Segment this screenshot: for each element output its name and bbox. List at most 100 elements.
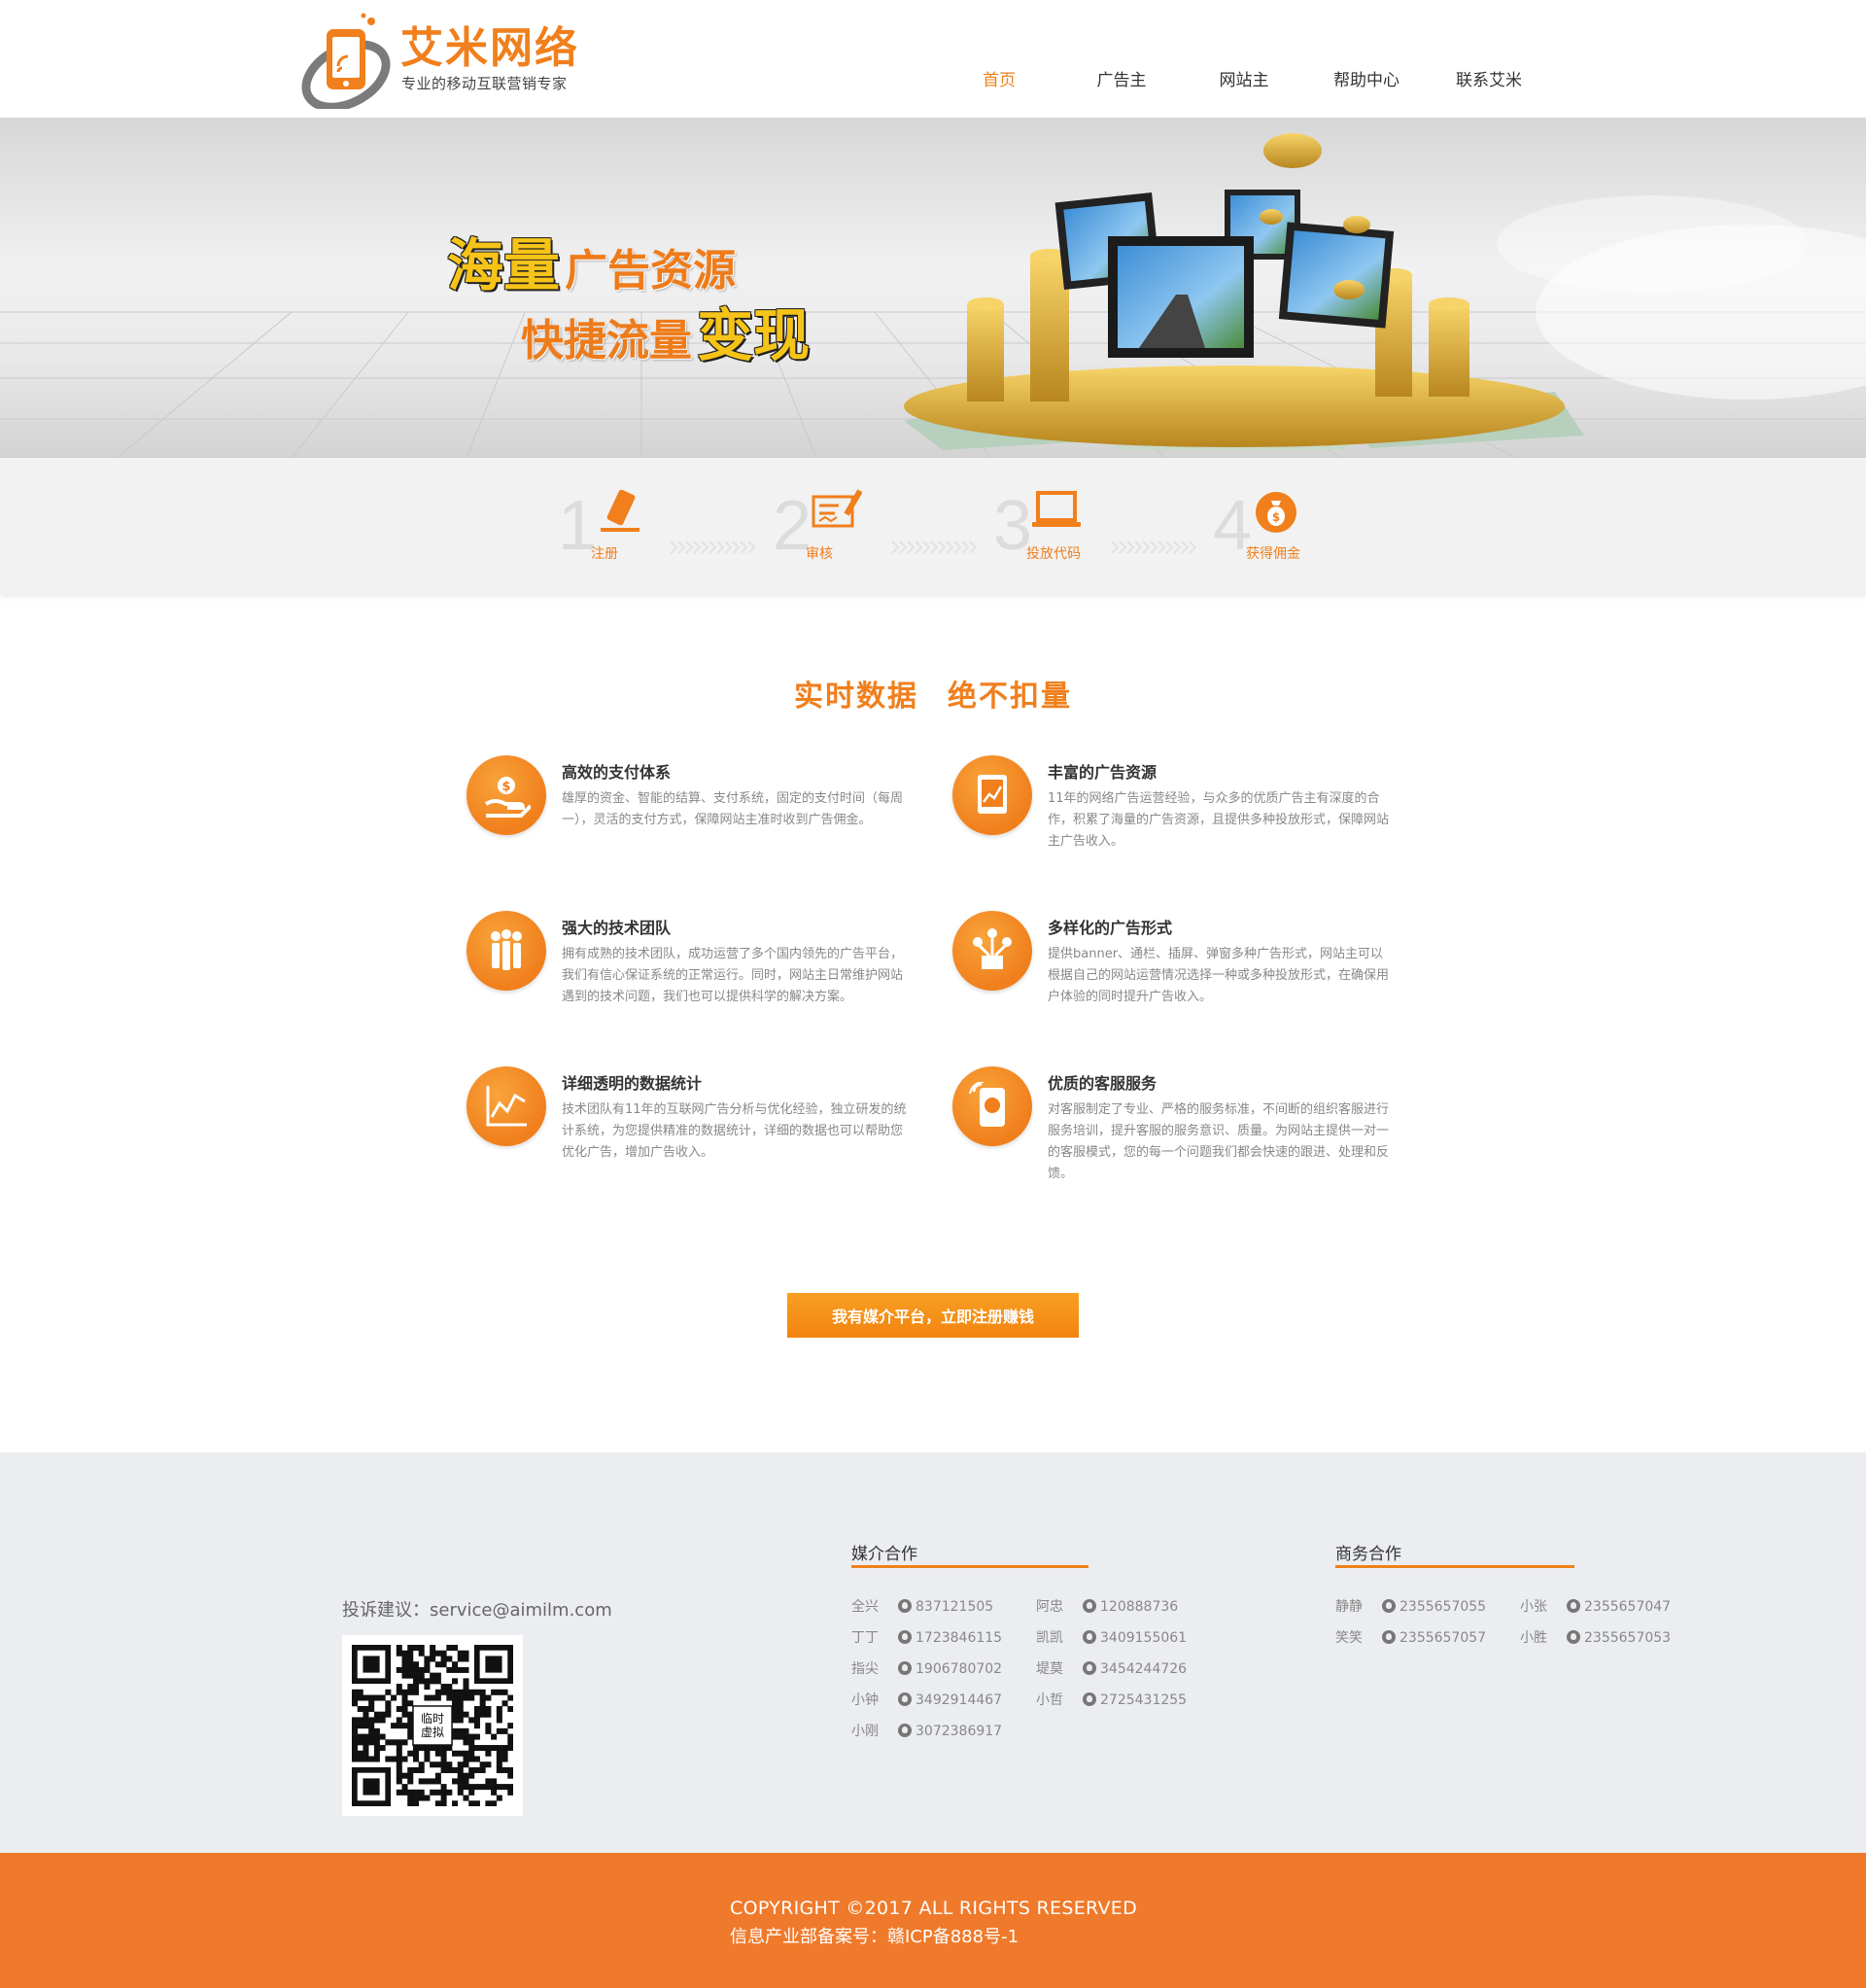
step-arrows-icon <box>1111 541 1197 554</box>
contact-item[interactable]: 小刚 3072386917 <box>851 1721 1002 1740</box>
step-label: 注册 <box>591 546 618 562</box>
feature-description: 拥有成熟的技术团队，成功运营了多个国内领先的广告平台，我们有信心保证系统的正常运… <box>562 947 904 1004</box>
step-label: 审核 <box>806 546 833 562</box>
svg-text:$: $ <box>1272 510 1280 524</box>
pencil-icon <box>601 489 639 532</box>
qq-icon <box>1567 1630 1580 1644</box>
nav-publisher[interactable]: 网站主 <box>1183 66 1305 90</box>
nav-advertiser[interactable]: 广告主 <box>1060 66 1183 90</box>
site-header: 艾米网络 专业的移动互联营销专家 首页 广告主 网站主 帮助中心 联系艾米 <box>0 0 1866 118</box>
qq-icon <box>898 1630 912 1644</box>
contact-name: 小胜 <box>1520 1630 1547 1646</box>
customer-service-icon <box>952 1066 1032 1146</box>
contact-qq-number: 2355657055 <box>1400 1599 1487 1615</box>
contact-item[interactable]: 全兴 837121505 <box>851 1596 993 1616</box>
contact-name: 小钟 <box>851 1692 879 1708</box>
step-arrows-icon <box>891 541 978 554</box>
qq-icon <box>1083 1599 1096 1613</box>
qq-icon <box>898 1692 912 1706</box>
contact-item[interactable]: 堤莫 3454244726 <box>1036 1658 1187 1678</box>
step-place-code: 3 投放代码 <box>993 487 1129 575</box>
nav-home[interactable]: 首页 <box>938 66 1060 90</box>
money-bag-icon: $ <box>1256 492 1296 533</box>
payment-hand-icon: $ <box>466 755 546 835</box>
contact-item[interactable]: 凯凯 3409155061 <box>1036 1627 1187 1647</box>
contact-qq-number: 837121505 <box>916 1599 994 1615</box>
contact-name: 静静 <box>1335 1599 1363 1615</box>
step-label: 获得佣金 <box>1246 546 1300 562</box>
contact-name: 阿忠 <box>1036 1599 1063 1615</box>
contact-item[interactable]: 阿忠 120888736 <box>1036 1596 1178 1616</box>
qq-icon <box>1083 1661 1096 1675</box>
banner-money-screens-illustration <box>904 133 1584 450</box>
nav-contact[interactable]: 联系艾米 <box>1428 66 1550 90</box>
contact-qq-number: 3072386917 <box>916 1724 1003 1739</box>
qr-code: 临时 虚拟 <box>342 1635 523 1816</box>
laptop-icon <box>1032 491 1081 527</box>
feature-description: 11年的网络广告运营经验，与众多的优质广告主有深度的合作，积累了海量的广告资源，… <box>1048 791 1390 849</box>
contact-qq-number: 1723846115 <box>916 1630 1003 1646</box>
contact-item[interactable]: 静静 2355657055 <box>1335 1596 1486 1616</box>
qr-caption-text: 临时 <box>421 1712 444 1726</box>
contact-name: 指尖 <box>851 1661 879 1677</box>
banner-slogan-line2: 快捷流量 变现 <box>521 290 810 371</box>
feature-title: 强大的技术团队 <box>562 919 672 937</box>
contact-item[interactable]: 小哲 2725431255 <box>1036 1690 1187 1709</box>
feature-tech-team: 强大的技术团队 拥有成熟的技术团队，成功运营了多个国内领先的广告平台，我们有信心… <box>466 911 923 1047</box>
contact-name: 丁丁 <box>851 1630 879 1646</box>
contact-item[interactable]: 指尖 1906780702 <box>851 1658 1002 1678</box>
contact-qq-number: 3409155061 <box>1100 1630 1188 1646</box>
section-title: 实时数据 绝不扣量 <box>0 672 1866 715</box>
tablet-chart-icon <box>952 755 1032 835</box>
feature-customer-service: 优质的客服服务 对客服制定了专业、严格的服务标准，不间断的组织客服进行服务培训，… <box>952 1066 1409 1203</box>
feature-title: 优质的客服服务 <box>1048 1074 1158 1093</box>
contact-name: 全兴 <box>851 1599 879 1615</box>
contact-qq-number: 2355657047 <box>1584 1599 1672 1615</box>
complaint-email[interactable]: 投诉建议：service@aimilm.com <box>342 1596 612 1622</box>
hero-banner: 海量 广告资源 快捷流量 变现 <box>0 118 1866 458</box>
feature-description: 对客服制定了专业、严格的服务标准，不间断的组织客服进行服务培训，提升客服的服务意… <box>1048 1102 1390 1181</box>
contact-qq-number: 2355657053 <box>1584 1630 1672 1646</box>
feature-ad-forms: 多样化的广告形式 提供banner、通栏、插屏、弹窗多种广告形式，网站主可以根据… <box>952 911 1409 1047</box>
logo[interactable]: 艾米网络 专业的移动互联营销专家 <box>301 8 583 110</box>
qq-icon <box>1083 1692 1096 1706</box>
brand-slogan: 专业的移动互联营销专家 <box>401 75 568 92</box>
media-cooperation-underline <box>851 1565 1088 1568</box>
nav-help-center[interactable]: 帮助中心 <box>1305 66 1428 90</box>
qq-icon <box>898 1599 912 1613</box>
contact-qq-number: 3454244726 <box>1100 1661 1188 1677</box>
feature-title: 丰富的广告资源 <box>1048 763 1158 782</box>
contact-item[interactable]: 小张 2355657047 <box>1520 1596 1671 1616</box>
contact-item[interactable]: 笑笑 2355657057 <box>1335 1627 1486 1647</box>
qq-icon <box>898 1661 912 1675</box>
contact-name: 堤莫 <box>1036 1661 1063 1677</box>
feature-description: 提供banner、通栏、插屏、弹窗多种广告形式，网站主可以根据自己的网站运营情况… <box>1048 947 1390 1004</box>
qq-icon <box>1567 1599 1580 1613</box>
process-steps: 1 注册 2 审核 3 投放代码 4 $ 获得佣金 <box>0 458 1866 594</box>
contact-name: 小哲 <box>1036 1692 1063 1708</box>
register-earn-button[interactable]: 我有媒介平台，立即注册赚钱 <box>787 1293 1079 1338</box>
contact-qq-number: 2725431255 <box>1100 1692 1188 1708</box>
step-review: 2 审核 <box>773 487 909 575</box>
section-title-part-1: 实时数据 <box>794 680 918 714</box>
logo-phone-icon <box>301 13 391 109</box>
contact-name: 小刚 <box>851 1724 879 1739</box>
qr-caption-text: 虚拟 <box>421 1726 444 1739</box>
feature-ad-resources: 丰富的广告资源 11年的网络广告运营经验，与众多的优质广告主有深度的合作，积累了… <box>952 755 1409 891</box>
feature-title: 多样化的广告形式 <box>1048 919 1173 937</box>
contact-item[interactable]: 小钟 3492914467 <box>851 1690 1002 1709</box>
copyright-bar: COPYRIGHT ©2017 ALL RIGHTS RESERVED 信息产业… <box>0 1853 1866 1988</box>
step-get-commission: 4 $ 获得佣金 <box>1213 487 1349 575</box>
contact-item[interactable]: 小胜 2355657053 <box>1520 1627 1671 1647</box>
contact-name: 小张 <box>1520 1599 1547 1615</box>
qq-icon <box>1382 1630 1396 1644</box>
feature-title: 高效的支付体系 <box>562 763 672 782</box>
contact-qq-number: 3492914467 <box>916 1692 1003 1708</box>
contact-name: 凯凯 <box>1036 1630 1063 1646</box>
contact-item[interactable]: 丁丁 1723846115 <box>851 1627 1002 1647</box>
feature-description: 雄厚的资金、智能的结算、支付系统，固定的支付时间（每周一），灵活的支付方式，保障… <box>562 791 904 827</box>
site-footer: 投诉建议：service@aimilm.com 临时 虚拟 媒介合作 全兴 8371… <box>0 1452 1866 1853</box>
ad-forms-icon <box>952 911 1032 991</box>
qq-icon <box>1382 1599 1396 1613</box>
qr-code-image: 临时虚拟 <box>352 1645 514 1807</box>
